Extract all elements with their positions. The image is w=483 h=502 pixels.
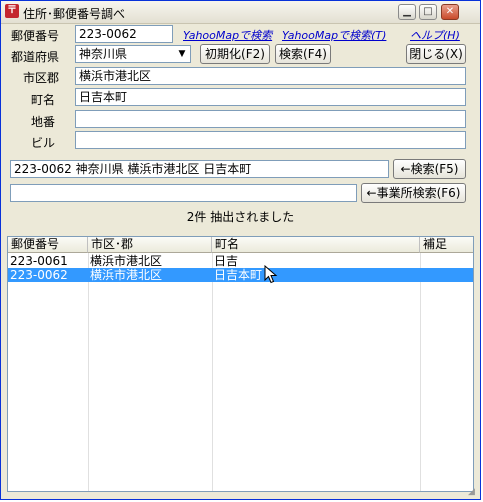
row-city: 横浜市港北区: [90, 254, 163, 268]
minimize-button[interactable]: ▁: [398, 4, 416, 20]
table-row-selected[interactable]: 223-0062 横浜市港北区 日吉本町: [8, 268, 473, 282]
postal-code-input[interactable]: 223-0062: [75, 25, 173, 43]
row-city: 横浜市港北区: [90, 268, 163, 282]
init-button[interactable]: 初期化(F2): [200, 44, 270, 64]
column-header-town[interactable]: 町名: [212, 237, 420, 253]
back-search-button[interactable]: ←検索(F5): [393, 159, 466, 179]
mouse-cursor-icon: [264, 265, 278, 284]
building-input[interactable]: [75, 131, 466, 149]
resize-grip-icon[interactable]: ◢: [468, 487, 478, 497]
town-input[interactable]: 日吉本町: [75, 88, 466, 106]
results-list[interactable]: 郵便番号 市区･郡 町名 補足 223-0061 横浜市港北区 日吉 223-0…: [7, 236, 474, 492]
row-postal: 223-0062: [10, 268, 68, 282]
column-divider: [420, 253, 421, 491]
close-window-button[interactable]: ✕: [441, 4, 459, 20]
row-town: 日吉: [214, 254, 239, 268]
window-title: 住所･郵便番号調べ: [23, 7, 126, 21]
result-count: 2件 抽出されました: [186, 210, 295, 224]
table-row[interactable]: 223-0061 横浜市港北区 日吉: [8, 254, 473, 268]
title-bar[interactable]: 〒 住所･郵便番号調べ ▁ □ ✕: [1, 1, 480, 24]
city-label: 市区郡: [23, 71, 60, 85]
row-note: [420, 254, 422, 268]
help-link[interactable]: ヘルプ(H): [410, 27, 460, 43]
row-postal: 223-0061: [10, 254, 68, 268]
close-button[interactable]: 閉じる(X): [406, 44, 466, 64]
town-label: 町名: [31, 93, 56, 107]
column-header-city[interactable]: 市区･郡: [88, 237, 212, 253]
postal-code-label: 郵便番号: [11, 29, 60, 43]
prefecture-label: 都道府県: [11, 50, 60, 64]
prefecture-select[interactable]: 神奈川県 ▼: [75, 45, 191, 63]
row-town: 日吉本町: [214, 268, 263, 282]
column-header-note[interactable]: 補足: [420, 237, 473, 253]
city-input[interactable]: 横浜市港北区: [75, 67, 466, 85]
column-header-postal[interactable]: 郵便番号: [8, 237, 88, 253]
yahoo-map-link[interactable]: YahooMapで検索: [183, 27, 272, 43]
maximize-button[interactable]: □: [419, 4, 437, 20]
search-button[interactable]: 検索(F4): [275, 44, 331, 64]
banchi-label: 地番: [31, 115, 56, 129]
result-address-field[interactable]: 223-0062 神奈川県 横浜市港北区 日吉本町: [10, 160, 389, 178]
chevron-down-icon[interactable]: ▼: [175, 47, 189, 61]
column-divider: [88, 253, 89, 491]
column-divider: [212, 253, 213, 491]
banchi-input[interactable]: [75, 110, 466, 128]
office-field[interactable]: [10, 184, 357, 202]
row-note: [420, 268, 422, 282]
yahoo-map-t-link[interactable]: YahooMapで検索(T): [282, 27, 386, 43]
building-label: ビル: [31, 136, 56, 150]
app-icon: 〒: [5, 4, 19, 18]
address-lookup-window: 〒 住所･郵便番号調べ ▁ □ ✕ 郵便番号 223-0062 YahooMap…: [0, 0, 481, 500]
prefecture-value: 神奈川県: [79, 47, 128, 61]
office-search-button[interactable]: ←事業所検索(F6): [361, 183, 466, 203]
